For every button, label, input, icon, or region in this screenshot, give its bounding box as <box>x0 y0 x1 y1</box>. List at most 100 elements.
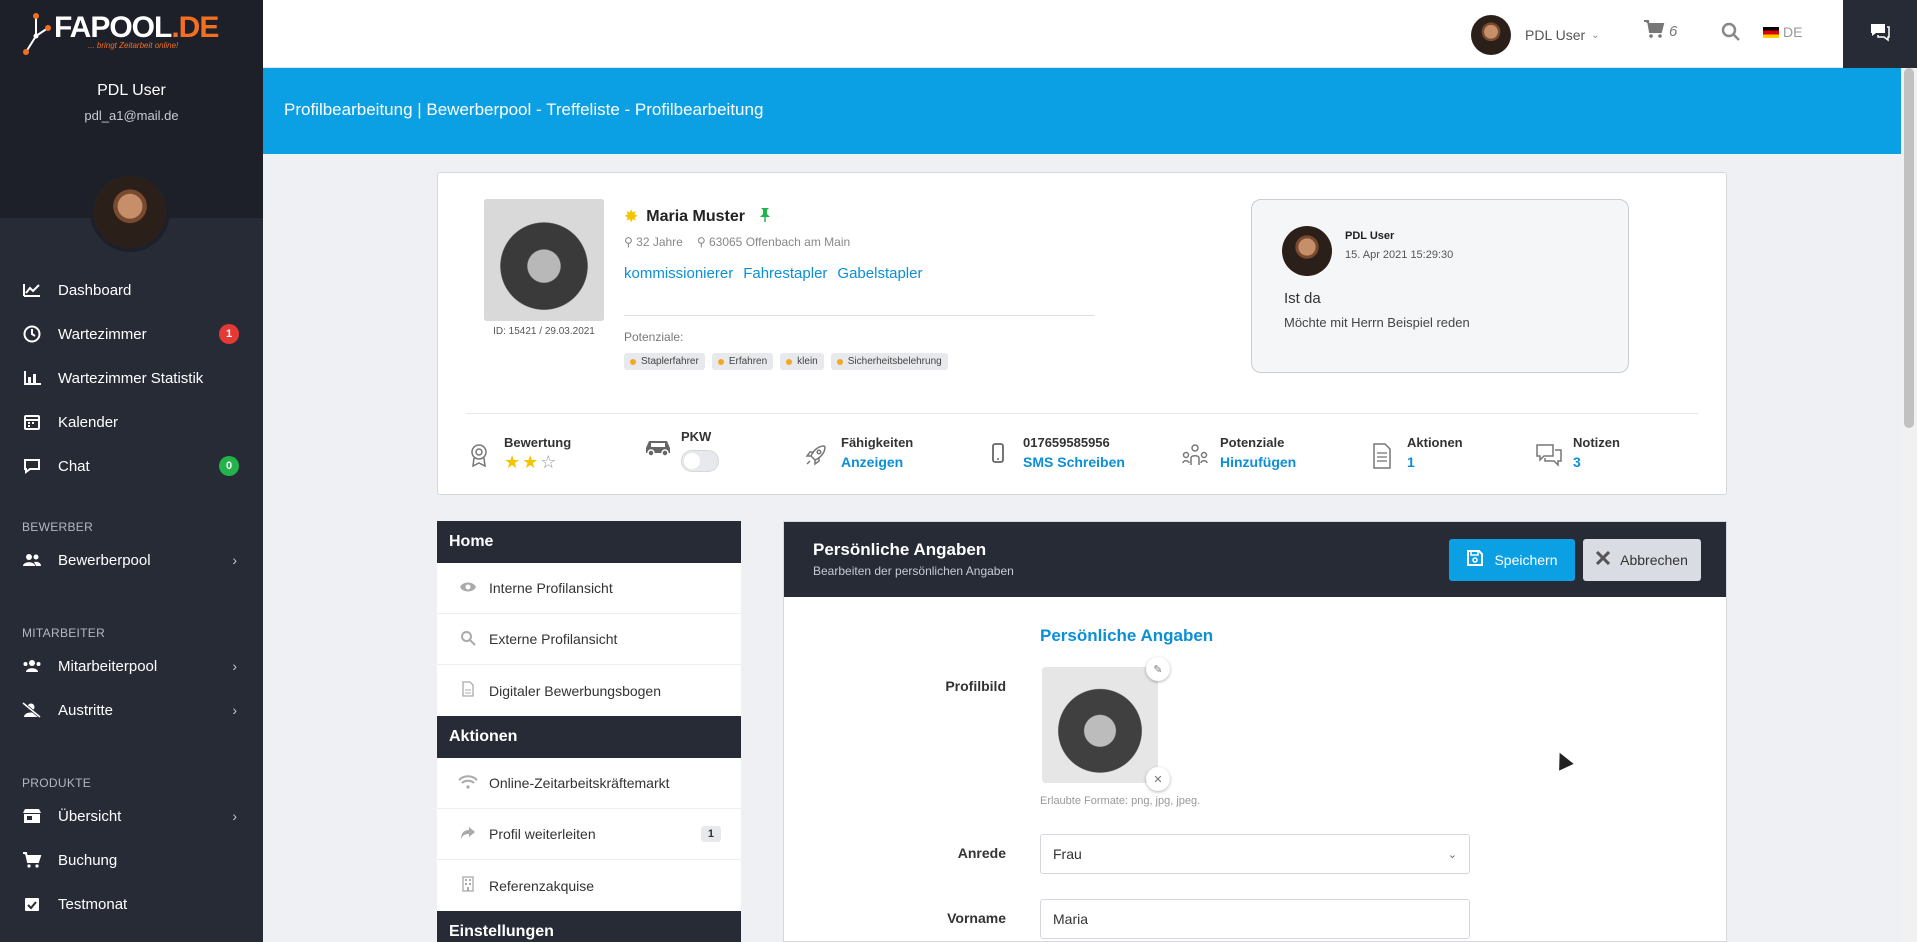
pkw-toggle[interactable] <box>681 450 719 472</box>
stat-label: Bewertung <box>504 435 572 450</box>
menu-item-interne-profilansicht[interactable]: Interne Profilansicht <box>437 563 741 614</box>
profile-menu: Home Interne Profilansicht Externe Profi… <box>437 521 741 942</box>
star-filled-icon[interactable]: ★ <box>522 452 540 472</box>
sidebar-item-label: Testmonat <box>58 895 128 913</box>
sidebar-item-mitarbeiterpool[interactable]: Mitarbeiterpool › <box>0 644 263 688</box>
profile-id: ID: 15421 / 29.03.2021 <box>493 326 595 337</box>
profile-age: 32 Jahre <box>636 235 683 249</box>
sidebar-item-label: Kalender <box>58 413 119 431</box>
sidebar-item-chat[interactable]: Chat 0 <box>0 444 263 488</box>
stat-label: Fähigkeiten <box>841 435 914 450</box>
remove-image-icon[interactable]: ✕ <box>1146 767 1170 791</box>
logo[interactable]: FAPOOL.DE <box>22 12 219 60</box>
menu-item-label: Referenzakquise <box>489 877 595 894</box>
sidebar-section-mitarbeiter: MITARBEITER <box>22 626 106 640</box>
skill-link[interactable]: Gabelstapler <box>837 265 922 282</box>
sidebar: FAPOOL.DE ... bringt Zeitarbeit online! … <box>0 0 263 942</box>
sidebar-item-label: Übersicht <box>58 807 122 825</box>
profile-photo <box>484 199 604 321</box>
save-label: Speichern <box>1494 552 1558 568</box>
personal-data-panel: Persönliche Angaben Bearbeiten der persö… <box>783 521 1727 942</box>
building-icon <box>457 876 479 895</box>
sms-link[interactable]: SMS Schreiben <box>1023 454 1125 470</box>
award-icon <box>466 443 492 473</box>
eye-icon <box>457 580 479 596</box>
store-icon <box>22 807 42 825</box>
user-remove-icon <box>22 701 42 719</box>
chat-badge: 0 <box>219 456 239 476</box>
potenziale-add-link[interactable]: Hinzufügen <box>1220 454 1296 470</box>
anrede-select[interactable]: Frau ⌄ <box>1040 834 1470 874</box>
calendar-check-icon <box>22 895 42 913</box>
skill-link[interactable]: kommissionierer <box>624 265 733 282</box>
pin-icon[interactable] <box>759 207 771 227</box>
anrede-value: Frau <box>1053 846 1082 862</box>
stat-label: Notizen <box>1573 435 1620 450</box>
sidebar-user-email: pdl_a1@mail.de <box>84 108 179 123</box>
cart-button[interactable]: 6 <box>1643 20 1677 43</box>
language-selector[interactable]: DE <box>1763 24 1802 40</box>
car-icon <box>643 437 670 463</box>
vorname-field[interactable]: Maria <box>1040 899 1470 939</box>
mobile-phone-icon <box>985 443 1011 471</box>
potenzial-tag: Sicherheitsbelehrung <box>830 353 948 370</box>
stat-label: Potenziale <box>1220 435 1285 450</box>
count-badge: 1 <box>700 826 721 842</box>
menu-item-digitaler-bewerbungsbogen[interactable]: Digitaler Bewerbungsbogen <box>437 665 741 716</box>
chat-toggle-button[interactable] <box>1843 0 1917 68</box>
top-user-menu[interactable]: PDL User ⌄ <box>1471 15 1600 55</box>
sidebar-nav: Dashboard Wartezimmer 1 Wartezimmer Stat… <box>0 268 263 926</box>
sidebar-item-uebersicht[interactable]: Übersicht › <box>0 794 263 838</box>
profile-image-upload[interactable] <box>1042 667 1158 783</box>
stat-aktionen: Aktionen 1 <box>1369 435 1463 475</box>
star-filled-icon[interactable]: ★ <box>504 452 522 472</box>
sidebar-item-buchung[interactable]: Buchung <box>0 838 263 882</box>
sidebar-item-label: Dashboard <box>58 281 132 299</box>
sidebar-item-wartezimmer[interactable]: Wartezimmer 1 <box>0 312 263 356</box>
profile-location: 63065 Offenbach am Main <box>708 235 851 249</box>
topbar: PDL User ⌄ 6 DE <box>263 0 1917 68</box>
sidebar-item-testmonat[interactable]: Testmonat <box>0 882 263 926</box>
menu-item-profil-weiterleiten[interactable]: Profil weiterleiten 1 <box>437 809 741 860</box>
menu-item-label: Digitaler Bewerbungsbogen <box>489 682 661 699</box>
menu-item-referenzakquise[interactable]: Referenzakquise <box>437 860 741 911</box>
sidebar-avatar[interactable] <box>90 172 170 252</box>
sidebar-item-kalender[interactable]: Kalender <box>0 400 263 444</box>
pencil-icon[interactable]: ✎ <box>1146 657 1170 681</box>
age-icon: ⚲ <box>624 235 633 249</box>
clock-icon <box>22 325 42 343</box>
stat-potenziale: Potenziale Hinzufügen <box>1182 435 1296 473</box>
search-button[interactable] <box>1721 22 1741 47</box>
sidebar-item-label: Chat <box>58 457 90 475</box>
rating-stars[interactable]: ★★☆ <box>504 452 571 473</box>
sidebar-item-dashboard[interactable]: Dashboard <box>0 268 263 312</box>
chat-bubbles-icon <box>1869 22 1891 47</box>
scrollbar[interactable] <box>1901 68 1917 942</box>
section-title: Persönliche Angaben <box>1040 626 1214 645</box>
calendar-icon <box>22 413 42 431</box>
star-empty-icon[interactable]: ☆ <box>540 452 558 472</box>
divider <box>624 315 1094 316</box>
sidebar-item-austritte[interactable]: Austritte › <box>0 688 263 732</box>
scrollbar-thumb[interactable] <box>1904 68 1914 428</box>
formats-hint: Erlaubte Formate: png, jpg, jpeg. <box>1040 795 1201 807</box>
faehigkeiten-link[interactable]: Anzeigen <box>841 454 913 470</box>
skill-link[interactable]: Fahrestapler <box>743 265 827 282</box>
aktionen-count-link[interactable]: 1 <box>1407 454 1463 470</box>
potenziale-tags: Staplerfahrer Erfahren klein Sicherheits… <box>624 353 948 370</box>
menu-item-online-zeitarbeitskraeftemarkt[interactable]: Online-Zeitarbeitskräftemarkt <box>437 758 741 809</box>
avatar <box>1282 226 1332 276</box>
page-banner: Profilbearbeitung | Bewerberpool - Treff… <box>263 68 1917 154</box>
save-button[interactable]: Speichern <box>1449 539 1575 581</box>
sidebar-item-bewerberpool[interactable]: Bewerberpool › <box>0 538 263 582</box>
menu-item-externe-profilansicht[interactable]: Externe Profilansicht <box>437 614 741 665</box>
notizen-count-link[interactable]: 3 <box>1573 454 1620 470</box>
sidebar-item-wartezimmer-statistik[interactable]: Wartezimmer Statistik <box>0 356 263 400</box>
avatar <box>1471 15 1511 55</box>
menu-item-label: Profil weiterleiten <box>489 826 596 842</box>
menu-item-label: Online-Zeitarbeitskräftemarkt <box>489 775 670 791</box>
page-title: Profilbearbeitung | Bewerberpool - Treff… <box>284 100 764 119</box>
menu-section-home: Home <box>437 521 741 563</box>
cancel-button[interactable]: Abbrechen <box>1583 539 1701 581</box>
users-icon <box>22 551 42 569</box>
